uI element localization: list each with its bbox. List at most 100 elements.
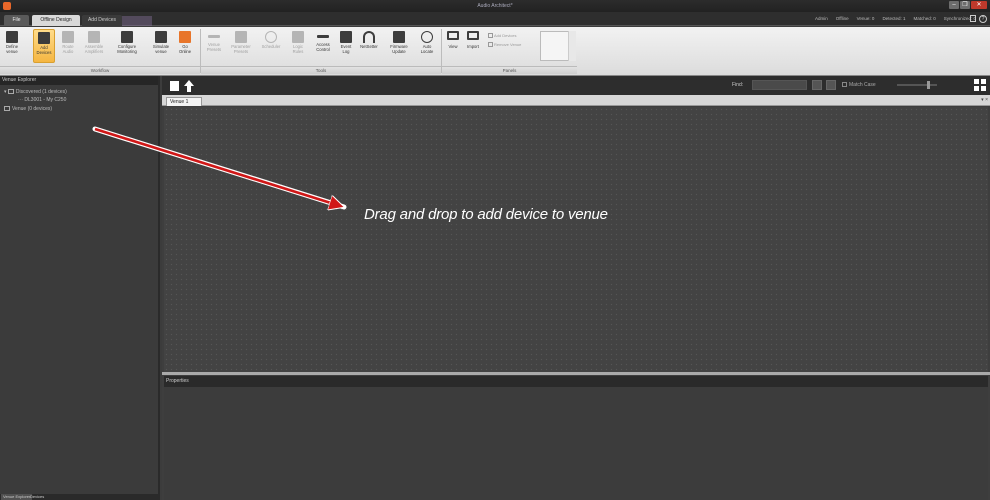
route-audio-button[interactable]: Route Audio: [57, 29, 79, 63]
define-venue-label: Define venue: [5, 44, 19, 54]
route-audio-label: Route Audio: [62, 44, 74, 54]
find-next-button[interactable]: [826, 80, 836, 90]
netsetter-button[interactable]: NetSetter: [358, 29, 380, 63]
auto-locate-button[interactable]: Auto Locate: [416, 29, 438, 63]
tab-add-devices[interactable]: Add Devices: [82, 15, 122, 26]
find-previous-button[interactable]: [812, 80, 822, 90]
event-log-icon: [340, 31, 352, 43]
folder-icon: [7, 89, 14, 95]
tab-file[interactable]: File: [4, 15, 29, 26]
status-offline: Offline: [835, 16, 849, 21]
simulate-venue-icon: [155, 31, 167, 43]
close-button[interactable]: ✕: [971, 1, 987, 9]
assemble-amplifiers-button[interactable]: Assemble Amplifiers: [83, 29, 105, 63]
access-control-label: Access Control: [316, 42, 330, 52]
properties-splitter[interactable]: [162, 372, 990, 375]
venue-explorer-title: Venue Explorer: [0, 76, 158, 85]
tab-venue-1[interactable]: Venue 1: [166, 97, 202, 106]
panel-option-remove-venue[interactable]: Remove Venue: [488, 42, 522, 48]
panel-option-add-devices[interactable]: Add Devices: [488, 33, 517, 39]
event-log-label: Event Log: [340, 44, 352, 54]
match-case-checkbox[interactable]: Match Case: [842, 82, 876, 88]
add-devices-button[interactable]: Add Devices: [33, 29, 55, 63]
logic-rules-button[interactable]: Logic Rules: [287, 29, 309, 63]
status-strip: Admin Offline Venue: 0 Detected: 1 Match…: [815, 16, 976, 21]
logic-rules-icon: [292, 31, 304, 43]
fullscreen-icon[interactable]: [974, 79, 986, 91]
zoom-slider-thumb[interactable]: [927, 81, 930, 89]
import-icon: [467, 31, 479, 40]
up-arrow-stem: [187, 86, 191, 92]
layout-toggle-icon[interactable]: [970, 15, 976, 22]
tab-list-dropdown-icon[interactable]: ▾ ×: [981, 97, 988, 103]
zoom-slider[interactable]: [897, 84, 937, 86]
document-tab-strip: Venue 1 ▾ ×: [162, 95, 990, 106]
main-area: Find: Match Case Venue 1 ▾ × Drag and dr…: [92, 76, 990, 500]
simulate-venue-button[interactable]: Simulate venue: [150, 29, 172, 63]
simulate-venue-label: Simulate venue: [152, 44, 170, 54]
import-button[interactable]: Import: [462, 29, 484, 63]
match-case-label: Match Case: [849, 82, 876, 88]
ribbon: Define venue Add Devices Route Audio Ass…: [0, 27, 990, 76]
configure-monitoring-button[interactable]: Configure Monitoring: [116, 29, 138, 63]
event-log-button[interactable]: Event Log: [335, 29, 357, 63]
status-matched: Matched: 0: [913, 16, 936, 21]
tree-item-label: Discovered (1 devices): [15, 89, 67, 95]
window-title: Audio Architect*: [477, 3, 513, 9]
assemble-amplifiers-icon: [88, 31, 100, 43]
title-bar: Audio Architect* – ❐ ✕: [0, 0, 990, 12]
scheduler-label: Scheduler: [261, 44, 281, 49]
firmware-update-button[interactable]: Firmware Update: [388, 29, 410, 63]
go-online-button[interactable]: Go Online: [174, 29, 196, 63]
key-icon: [317, 35, 329, 38]
venue-icon: [4, 106, 10, 112]
tree-item-venue[interactable]: Venue (0 devices): [4, 106, 52, 112]
tab-devices[interactable]: Devices: [28, 494, 46, 500]
firmware-update-label: Firmware Update: [390, 44, 408, 54]
import-label: Import: [467, 44, 479, 49]
configure-monitoring-icon: [121, 31, 133, 43]
tree-item-discovered[interactable]: ▾ Discovered (1 devices): [4, 89, 67, 95]
route-audio-icon: [62, 31, 74, 43]
status-detected: Detected: 1: [882, 16, 906, 21]
venue-explorer-panel: Venue Explorer ▾ Discovered (1 devices) …: [0, 76, 160, 500]
help-icon[interactable]: ?: [979, 15, 987, 23]
add-devices-label: Add Devices: [36, 45, 52, 55]
status-admin[interactable]: Admin: [815, 16, 828, 21]
parameter-presets-button[interactable]: Parameter Presets: [230, 29, 252, 63]
explorer-bottom-tabs: Venue Explorer Devices: [0, 494, 158, 500]
tree-item-device[interactable]: ⋯ DL3001 - My C250: [18, 97, 66, 103]
go-online-icon: [179, 31, 191, 43]
auto-locate-label: Auto Locate: [420, 44, 434, 54]
netsetter-label: NetSetter: [360, 44, 378, 49]
group-label-panels: Panels: [442, 66, 577, 74]
panels-gallery-scrollbar[interactable]: [568, 31, 576, 61]
drag-drop-hint: Drag and drop to add device to venue: [364, 206, 608, 223]
minimize-button[interactable]: –: [949, 1, 959, 9]
save-icon[interactable]: [170, 81, 179, 91]
group-label-workflow: Workflow: [0, 66, 200, 74]
netsetter-icon: [363, 31, 375, 43]
tab-offline-design[interactable]: Offline Design: [32, 15, 80, 26]
panel-option-label: Remove Venue: [494, 42, 522, 47]
add-devices-icon: [38, 32, 50, 44]
access-control-button[interactable]: Access Control: [312, 29, 334, 63]
find-label: Find:: [732, 82, 744, 88]
properties-panel: Properties: [164, 376, 988, 500]
find-input[interactable]: [752, 80, 807, 90]
auto-locate-icon: [421, 31, 433, 43]
define-venue-button[interactable]: Define venue: [1, 29, 23, 63]
logic-rules-label: Logic Rules: [292, 44, 304, 54]
design-canvas[interactable]: Drag and drop to add device to venue: [92, 107, 988, 372]
go-online-label: Go Online: [178, 44, 192, 54]
group-label-tools: Tools: [201, 66, 441, 74]
restore-button[interactable]: ❐: [960, 1, 970, 9]
view-button[interactable]: View: [442, 29, 464, 63]
panel-option-label: Add Devices: [494, 33, 517, 38]
venue-presets-button[interactable]: Venue Presets: [203, 29, 225, 63]
status-venue: Venue: 0: [856, 16, 875, 21]
scheduler-button[interactable]: Scheduler: [260, 29, 282, 63]
venue-presets-icon: [208, 35, 220, 38]
monitor-icon: [447, 31, 459, 40]
tree-item-label: DL3001 - My C250: [24, 97, 67, 103]
